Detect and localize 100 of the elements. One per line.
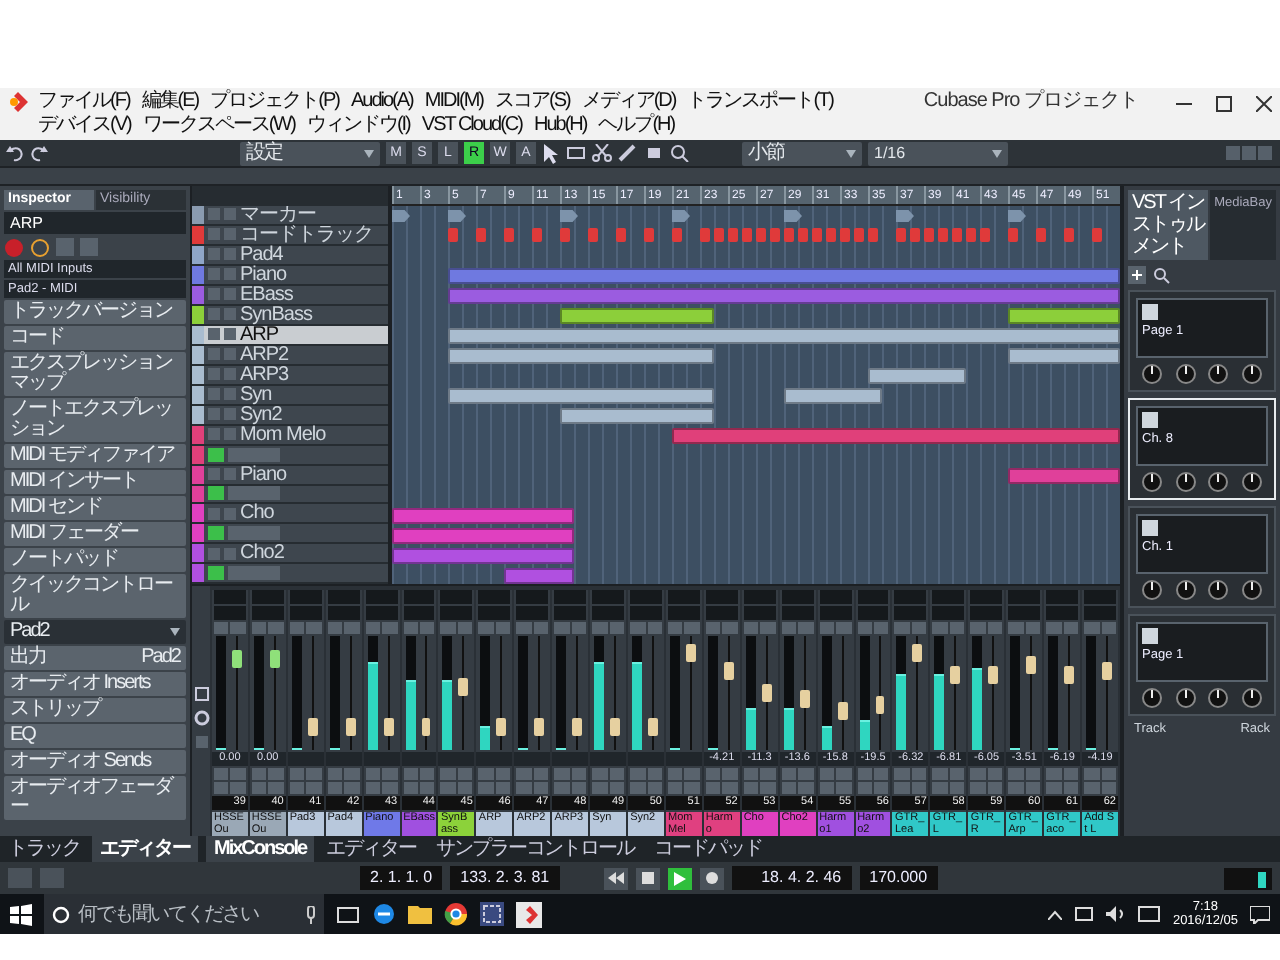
monitor-button[interactable] — [819, 782, 835, 794]
tempo-field[interactable]: 170.000 — [859, 866, 938, 890]
left-locator-field[interactable]: 2. 1. 1. 0 — [360, 866, 443, 890]
track-row[interactable]: コードトラック — [192, 225, 388, 246]
transport-tool-icon[interactable] — [8, 868, 32, 888]
solo-button[interactable] — [420, 768, 435, 780]
track-row[interactable]: Syn — [192, 385, 388, 406]
track-row[interactable]: ARP3 — [192, 365, 388, 386]
routing-field[interactable] — [214, 590, 246, 604]
monitor-button[interactable] — [970, 782, 986, 794]
routing-field[interactable] — [857, 606, 889, 620]
routing-field[interactable] — [970, 590, 1003, 604]
inspector-section-header[interactable]: EQ — [4, 724, 186, 748]
routing-field[interactable] — [630, 590, 662, 604]
inspector-section-header[interactable]: クイックコントロール — [4, 574, 186, 618]
solo-button[interactable] — [722, 768, 738, 780]
solo-button[interactable] — [571, 768, 587, 780]
quantize-dropdown[interactable]: 1/16 — [868, 141, 1008, 165]
menu-item[interactable]: ウィンドウ(I) — [306, 114, 410, 138]
fader-thumb[interactable] — [875, 695, 885, 714]
monitor-button[interactable] — [857, 782, 873, 794]
marker-flag[interactable] — [672, 210, 690, 222]
monitor-button[interactable] — [743, 782, 759, 794]
solo-button[interactable] — [533, 768, 549, 780]
routing-field[interactable] — [554, 606, 587, 620]
monitor-button[interactable] — [932, 782, 948, 794]
menu-item[interactable]: プロジェクト(P) — [210, 90, 339, 114]
routing-field[interactable] — [819, 606, 852, 620]
browser-icon[interactable] — [372, 902, 396, 926]
marker-flag[interactable] — [392, 210, 410, 222]
chevron-icon[interactable] — [1048, 909, 1063, 919]
fader-thumb[interactable] — [648, 718, 658, 737]
menu-item[interactable]: ワークスペース(W) — [142, 114, 295, 138]
inspector-section-header[interactable]: エクスプレッションマップ — [4, 352, 186, 396]
layout-icon[interactable] — [1226, 144, 1274, 162]
mute-button[interactable] — [781, 768, 797, 780]
monitor-button[interactable] — [251, 782, 267, 794]
mute-button[interactable] — [667, 768, 683, 780]
solo-button[interactable] — [911, 768, 927, 780]
routing-field[interactable] — [478, 606, 511, 620]
solo-button[interactable] — [798, 768, 814, 780]
monitor-button[interactable] — [365, 782, 381, 794]
track-row[interactable]: Cho2 — [192, 544, 388, 565]
routing-field[interactable] — [403, 590, 435, 604]
chord-event[interactable] — [1092, 228, 1102, 242]
rack-tab[interactable]: VST インストゥルメント — [1128, 190, 1209, 260]
solo-button[interactable] — [647, 768, 662, 780]
solo-button[interactable] — [230, 768, 246, 780]
knob-icon[interactable] — [1175, 688, 1196, 708]
zone-tab[interactable]: エディター — [318, 836, 425, 862]
network-icon[interactable] — [1074, 906, 1095, 922]
inspector-section-header[interactable]: MIDI インサート — [4, 470, 186, 494]
monitor-button[interactable] — [554, 782, 570, 794]
menu-item[interactable]: Audio(A) — [350, 90, 413, 114]
zone-tab[interactable]: エディター — [92, 836, 198, 862]
routing-field[interactable] — [365, 590, 398, 604]
fader-thumb[interactable] — [1064, 666, 1075, 685]
routing-field[interactable] — [592, 590, 625, 604]
solo-button[interactable] — [987, 768, 1003, 780]
parameter-field[interactable] — [228, 566, 280, 581]
solo-button[interactable] — [268, 768, 284, 780]
mute-button[interactable] — [705, 768, 721, 780]
mute-button[interactable] — [214, 768, 229, 780]
fader-thumb[interactable] — [988, 666, 999, 685]
mute-button[interactable] — [327, 768, 343, 780]
chord-event[interactable] — [1064, 228, 1074, 242]
inspector-section-header[interactable]: オーディオフェーダー — [4, 776, 186, 820]
track-row[interactable] — [192, 445, 388, 466]
menu-item[interactable]: スコア(S) — [494, 90, 570, 114]
mute-button[interactable] — [1046, 768, 1062, 780]
track-name-field[interactable]: ARP — [4, 212, 186, 234]
zone-tab[interactable]: コードパッド — [646, 836, 771, 862]
app-logo-icon[interactable] — [516, 901, 542, 927]
monitor-button[interactable] — [516, 782, 532, 794]
marker-flag[interactable] — [560, 210, 578, 222]
routing-field[interactable] — [970, 606, 1003, 620]
search-field[interactable]: 何でも聞いてください — [44, 894, 324, 934]
mute-button[interactable] — [630, 768, 646, 780]
knob-icon[interactable] — [1241, 364, 1262, 384]
fader-thumb[interactable] — [950, 666, 961, 685]
midi-part[interactable] — [784, 388, 882, 404]
routing-field[interactable] — [630, 606, 662, 620]
routing-field[interactable] — [214, 606, 246, 620]
position-field[interactable]: 18. 4. 2. 46 — [731, 866, 852, 890]
track-row[interactable]: EBass — [192, 285, 388, 306]
routing-field[interactable] — [667, 606, 700, 620]
routing-field[interactable] — [516, 590, 549, 604]
mute-button[interactable] — [251, 768, 267, 780]
marker-flag[interactable] — [1008, 210, 1026, 222]
menu-item[interactable]: 編集(E) — [141, 90, 199, 114]
fader-thumb[interactable] — [458, 678, 469, 697]
mute-button[interactable] — [819, 768, 835, 780]
marker-flag[interactable] — [448, 210, 466, 222]
monitor-button[interactable] — [592, 782, 608, 794]
play-button[interactable] — [667, 867, 692, 889]
routing-field[interactable] — [365, 606, 398, 620]
track-row[interactable]: ARP — [192, 325, 388, 346]
routing-field[interactable] — [251, 606, 284, 620]
routing-field[interactable] — [667, 590, 700, 604]
fader-thumb[interactable] — [1102, 661, 1112, 680]
